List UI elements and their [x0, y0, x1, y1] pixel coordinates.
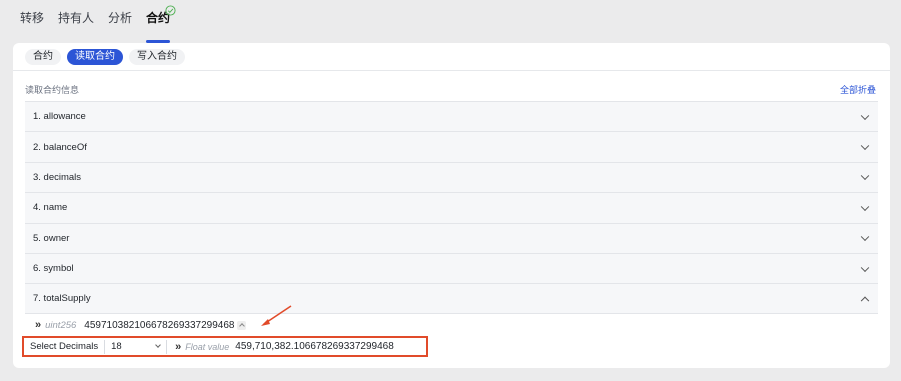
chevron-down-icon: [155, 341, 161, 348]
function-row-allowance[interactable]: 1. allowance: [25, 101, 878, 132]
chevron-down-icon: [860, 202, 870, 211]
verified-check-icon: [165, 5, 176, 16]
chevron-down-icon: [860, 141, 870, 151]
chevron-down-icon: [860, 263, 870, 272]
expand-toggle-icon[interactable]: [237, 320, 247, 330]
result-value: 459710382106678269337299468: [84, 319, 235, 331]
float-value-label: Float value: [185, 341, 230, 352]
function-label: 2. balanceOf: [33, 141, 87, 153]
chevron-down-icon: [860, 172, 870, 181]
decimals-converter: Select Decimals 18 » Float value 459,710…: [22, 336, 428, 357]
divider: [13, 70, 890, 71]
function-row-symbol[interactable]: 6. symbol: [25, 252, 878, 284]
select-decimals-label: Select Decimals: [24, 339, 106, 354]
function-row-decimals[interactable]: 3. decimals: [25, 161, 878, 193]
top-tab-bar: 转移 持有人 分析 合约: [20, 10, 184, 43]
tab-analytics[interactable]: 分析: [108, 10, 132, 34]
subtab-write-contract[interactable]: 写入合约: [129, 49, 185, 65]
chevron-down-icon: [860, 232, 870, 242]
decimals-select[interactable]: 18: [105, 339, 168, 354]
collapse-all-link[interactable]: 全部折叠: [840, 83, 876, 96]
function-label: 1. allowance: [33, 111, 86, 123]
function-row-totalsupply[interactable]: 7. totalSupply: [25, 283, 878, 314]
function-label: 3. decimals: [33, 171, 82, 183]
function-label: 4. name: [33, 202, 68, 214]
double-chevron-icon: »: [175, 340, 182, 353]
function-row-owner[interactable]: 5. owner: [25, 222, 878, 253]
section-label: 读取合约信息: [25, 85, 80, 95]
subtab-bar: 合约 读取合约 写入合约: [25, 49, 185, 65]
subtab-code[interactable]: 合约: [25, 49, 61, 65]
tab-holders[interactable]: 持有人: [58, 10, 94, 34]
float-value-group: » Float value 459,710,382.10667826933729…: [167, 341, 394, 353]
float-value: 459,710,382.106678269337299468: [235, 341, 394, 352]
function-row-balanceof[interactable]: 2. balanceOf: [25, 131, 878, 162]
function-label: 5. owner: [33, 232, 70, 244]
chevron-down-icon: [860, 111, 870, 120]
chevron-up-icon: [860, 296, 870, 305]
result-type: uint256: [45, 319, 77, 331]
decimals-select-value: 18: [111, 340, 122, 352]
subtab-read-contract[interactable]: 读取合约: [67, 49, 123, 65]
contract-card: 合约 读取合约 写入合约 读取合约信息 全部折叠 1. allowance 2.…: [13, 43, 890, 368]
tab-transfers[interactable]: 转移: [20, 10, 44, 34]
function-label: 7. totalSupply: [33, 293, 91, 305]
function-list: 1. allowance 2. balanceOf 3. decimals 4.…: [25, 101, 878, 314]
double-chevron-icon: »: [35, 319, 42, 331]
function-row-name[interactable]: 4. name: [25, 192, 878, 223]
annotation-arrow-icon: [261, 305, 292, 326]
result-line: » uint256 459710382106678269337299468: [35, 319, 247, 331]
function-label: 6. symbol: [33, 263, 74, 275]
